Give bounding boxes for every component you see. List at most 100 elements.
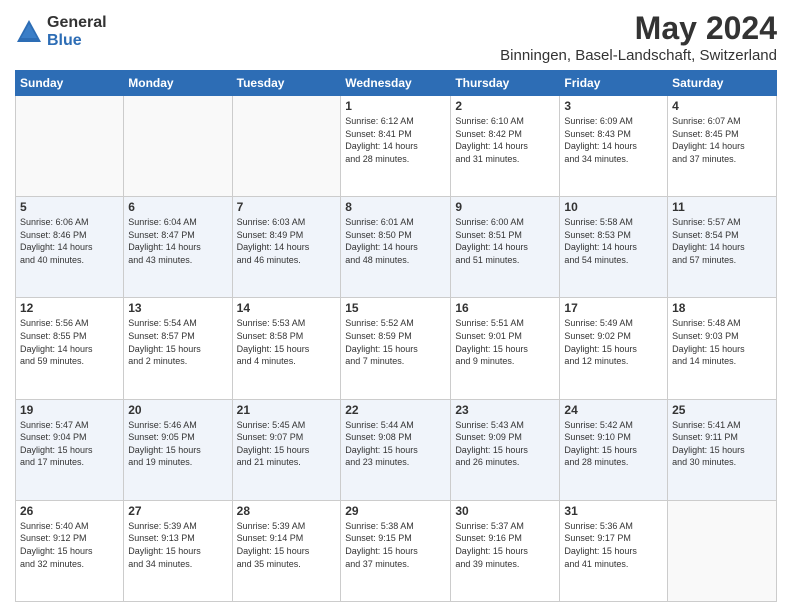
table-row xyxy=(232,96,341,197)
day-info: Sunrise: 5:56 AM Sunset: 8:55 PM Dayligh… xyxy=(20,317,119,367)
day-info: Sunrise: 6:01 AM Sunset: 8:50 PM Dayligh… xyxy=(345,216,446,266)
day-number: 23 xyxy=(455,403,555,417)
table-row: 4 Sunrise: 6:07 AM Sunset: 8:45 PM Daylig… xyxy=(668,96,777,197)
logo-icon xyxy=(15,18,43,46)
day-info: Sunrise: 6:06 AM Sunset: 8:46 PM Dayligh… xyxy=(20,216,119,266)
day-info: Sunrise: 5:41 AM Sunset: 9:11 PM Dayligh… xyxy=(672,419,772,469)
header-friday: Friday xyxy=(560,71,668,96)
day-info: Sunrise: 5:58 AM Sunset: 8:53 PM Dayligh… xyxy=(564,216,663,266)
day-number: 19 xyxy=(20,403,119,417)
table-row xyxy=(668,500,777,601)
header-monday: Monday xyxy=(124,71,232,96)
weekday-header-row: Sunday Monday Tuesday Wednesday Thursday… xyxy=(16,71,777,96)
day-number: 5 xyxy=(20,200,119,214)
calendar-week-row: 26Sunrise: 5:40 AM Sunset: 9:12 PM Dayli… xyxy=(16,500,777,601)
day-info: Sunrise: 6:07 AM Sunset: 8:45 PM Dayligh… xyxy=(672,115,772,165)
logo-text: General Blue xyxy=(47,14,107,49)
day-number: 6 xyxy=(128,200,227,214)
table-row: 18 Sunrise: 5:48 AM Sunset: 9:03 PM Dayli… xyxy=(668,298,777,399)
table-row xyxy=(124,96,232,197)
day-number: 7 xyxy=(237,200,337,214)
day-info: Sunrise: 5:44 AM Sunset: 9:08 PM Dayligh… xyxy=(345,419,446,469)
day-number: 18 xyxy=(672,301,772,315)
day-info: Sunrise: 5:54 AM Sunset: 8:57 PM Dayligh… xyxy=(128,317,227,367)
day-info: Sunrise: 5:36 AM Sunset: 9:17 PM Dayligh… xyxy=(564,520,663,570)
header-thursday: Thursday xyxy=(451,71,560,96)
table-row: 20 Sunrise: 5:46 AM Sunset: 9:05 PM Dayli… xyxy=(124,399,232,500)
table-row: 22Sunrise: 5:44 AM Sunset: 9:08 PM Dayli… xyxy=(341,399,451,500)
table-row: 5 Sunrise: 6:06 AM Sunset: 8:46 PM Daylig… xyxy=(16,197,124,298)
day-info: Sunrise: 6:09 AM Sunset: 8:43 PM Dayligh… xyxy=(564,115,663,165)
table-row: 14 Sunrise: 5:53 AM Sunset: 8:58 PM Dayli… xyxy=(232,298,341,399)
day-info: Sunrise: 5:40 AM Sunset: 9:12 PM Dayligh… xyxy=(20,520,119,570)
main-title: May 2024 xyxy=(500,10,777,47)
calendar-week-row: 12 Sunrise: 5:56 AM Sunset: 8:55 PM Dayli… xyxy=(16,298,777,399)
day-number: 1 xyxy=(345,99,446,113)
header-wednesday: Wednesday xyxy=(341,71,451,96)
day-number: 25 xyxy=(672,403,772,417)
logo: General Blue xyxy=(15,14,107,49)
day-number: 14 xyxy=(237,301,337,315)
day-number: 8 xyxy=(345,200,446,214)
day-info: Sunrise: 5:38 AM Sunset: 9:15 PM Dayligh… xyxy=(345,520,446,570)
logo-general: General xyxy=(47,14,107,32)
table-row: 28Sunrise: 5:39 AM Sunset: 9:14 PM Dayli… xyxy=(232,500,341,601)
table-row: 23 Sunrise: 5:43 AM Sunset: 9:09 PM Dayli… xyxy=(451,399,560,500)
day-number: 12 xyxy=(20,301,119,315)
day-info: Sunrise: 5:39 AM Sunset: 9:14 PM Dayligh… xyxy=(237,520,337,570)
day-info: Sunrise: 6:12 AM Sunset: 8:41 PM Dayligh… xyxy=(345,115,446,165)
day-info: Sunrise: 5:52 AM Sunset: 8:59 PM Dayligh… xyxy=(345,317,446,367)
table-row: 15 Sunrise: 5:52 AM Sunset: 8:59 PM Dayli… xyxy=(341,298,451,399)
page: General Blue May 2024 Binningen, Basel-L… xyxy=(0,0,792,612)
day-number: 15 xyxy=(345,301,446,315)
day-info: Sunrise: 6:03 AM Sunset: 8:49 PM Dayligh… xyxy=(237,216,337,266)
table-row: 11 Sunrise: 5:57 AM Sunset: 8:54 PM Dayli… xyxy=(668,197,777,298)
day-number: 27 xyxy=(128,504,227,518)
day-info: Sunrise: 5:53 AM Sunset: 8:58 PM Dayligh… xyxy=(237,317,337,367)
day-info: Sunrise: 5:49 AM Sunset: 9:02 PM Dayligh… xyxy=(564,317,663,367)
day-info: Sunrise: 5:46 AM Sunset: 9:05 PM Dayligh… xyxy=(128,419,227,469)
day-info: Sunrise: 5:42 AM Sunset: 9:10 PM Dayligh… xyxy=(564,419,663,469)
table-row: 19 Sunrise: 5:47 AM Sunset: 9:04 PM Dayli… xyxy=(16,399,124,500)
calendar: Sunday Monday Tuesday Wednesday Thursday… xyxy=(15,70,777,602)
table-row: 8 Sunrise: 6:01 AM Sunset: 8:50 PM Daylig… xyxy=(341,197,451,298)
table-row: 24 Sunrise: 5:42 AM Sunset: 9:10 PM Dayli… xyxy=(560,399,668,500)
table-row: 27Sunrise: 5:39 AM Sunset: 9:13 PM Dayli… xyxy=(124,500,232,601)
day-number: 3 xyxy=(564,99,663,113)
table-row: 29 Sunrise: 5:38 AM Sunset: 9:15 PM Dayli… xyxy=(341,500,451,601)
table-row: 6 Sunrise: 6:04 AM Sunset: 8:47 PM Daylig… xyxy=(124,197,232,298)
day-info: Sunrise: 6:00 AM Sunset: 8:51 PM Dayligh… xyxy=(455,216,555,266)
table-row: 13Sunrise: 5:54 AM Sunset: 8:57 PM Dayli… xyxy=(124,298,232,399)
day-info: Sunrise: 5:57 AM Sunset: 8:54 PM Dayligh… xyxy=(672,216,772,266)
day-number: 24 xyxy=(564,403,663,417)
table-row: 25 Sunrise: 5:41 AM Sunset: 9:11 PM Dayli… xyxy=(668,399,777,500)
day-number: 4 xyxy=(672,99,772,113)
day-number: 16 xyxy=(455,301,555,315)
table-row: 3 Sunrise: 6:09 AM Sunset: 8:43 PM Daylig… xyxy=(560,96,668,197)
day-number: 30 xyxy=(455,504,555,518)
day-info: Sunrise: 5:47 AM Sunset: 9:04 PM Dayligh… xyxy=(20,419,119,469)
day-info: Sunrise: 5:43 AM Sunset: 9:09 PM Dayligh… xyxy=(455,419,555,469)
header-sunday: Sunday xyxy=(16,71,124,96)
day-info: Sunrise: 6:04 AM Sunset: 8:47 PM Dayligh… xyxy=(128,216,227,266)
day-info: Sunrise: 5:48 AM Sunset: 9:03 PM Dayligh… xyxy=(672,317,772,367)
day-number: 9 xyxy=(455,200,555,214)
subtitle: Binningen, Basel-Landschaft, Switzerland xyxy=(500,47,777,64)
table-row: 21Sunrise: 5:45 AM Sunset: 9:07 PM Dayli… xyxy=(232,399,341,500)
header-saturday: Saturday xyxy=(668,71,777,96)
day-number: 2 xyxy=(455,99,555,113)
header: General Blue May 2024 Binningen, Basel-L… xyxy=(15,10,777,64)
title-block: May 2024 Binningen, Basel-Landschaft, Sw… xyxy=(500,10,777,64)
calendar-week-row: 19 Sunrise: 5:47 AM Sunset: 9:04 PM Dayli… xyxy=(16,399,777,500)
header-tuesday: Tuesday xyxy=(232,71,341,96)
day-number: 20 xyxy=(128,403,227,417)
day-number: 29 xyxy=(345,504,446,518)
day-number: 10 xyxy=(564,200,663,214)
day-info: Sunrise: 6:10 AM Sunset: 8:42 PM Dayligh… xyxy=(455,115,555,165)
day-number: 11 xyxy=(672,200,772,214)
table-row: 9 Sunrise: 6:00 AM Sunset: 8:51 PM Daylig… xyxy=(451,197,560,298)
day-number: 21 xyxy=(237,403,337,417)
day-number: 17 xyxy=(564,301,663,315)
logo-blue: Blue xyxy=(47,32,107,50)
day-number: 31 xyxy=(564,504,663,518)
